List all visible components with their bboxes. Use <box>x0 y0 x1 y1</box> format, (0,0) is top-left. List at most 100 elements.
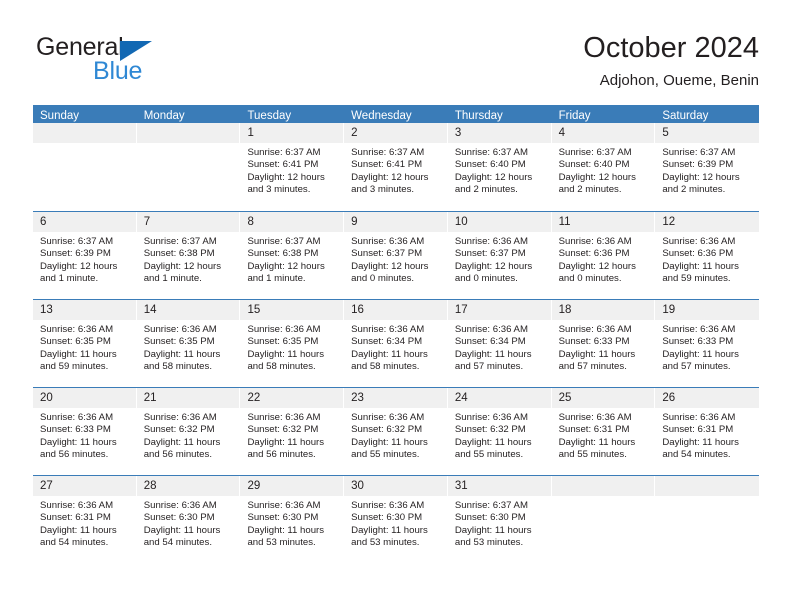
day-cell[interactable]: 3 Sunrise: 6:37 AM Sunset: 6:40 PM Dayli… <box>447 123 552 211</box>
day-cell[interactable]: 24 Sunrise: 6:36 AM Sunset: 6:32 PM Dayl… <box>447 388 552 475</box>
sunrise-text: Sunrise: 6:37 AM <box>247 236 321 247</box>
day-cell[interactable]: 11 Sunrise: 6:36 AM Sunset: 6:36 PM Dayl… <box>551 212 656 299</box>
day-cell[interactable]: 21 Sunrise: 6:36 AM Sunset: 6:32 PM Dayl… <box>136 388 241 475</box>
sunset-text: Sunset: 6:41 PM <box>247 159 319 171</box>
day-cell[interactable]: 1 Sunrise: 6:37 AM Sunset: 6:41 PM Dayli… <box>240 123 345 211</box>
sunrise-text: Sunrise: 6:36 AM <box>40 412 114 423</box>
day-cell[interactable]: 13 Sunrise: 6:36 AM Sunset: 6:35 PM Dayl… <box>33 300 137 387</box>
sunrise-text: Sunrise: 6:36 AM <box>558 324 632 335</box>
day-cell[interactable]: 20 Sunrise: 6:36 AM Sunset: 6:33 PM Dayl… <box>33 388 137 475</box>
sunrise-text: Sunrise: 6:36 AM <box>454 324 528 335</box>
day-details: Sunrise: 6:37 AM Sunset: 6:40 PM Dayligh… <box>552 143 656 196</box>
day-cell[interactable]: 5 Sunrise: 6:37 AM Sunset: 6:39 PM Dayli… <box>655 123 760 211</box>
day-cell[interactable] <box>655 476 760 563</box>
daylight-text-line2: and 55 minutes. <box>351 448 420 460</box>
day-details: Sunrise: 6:36 AM Sunset: 6:30 PM Dayligh… <box>240 496 344 549</box>
sunset-text: Sunset: 6:41 PM <box>351 159 423 171</box>
daylight-text-line1: Daylight: 11 hours <box>40 524 117 536</box>
week-row: 27 Sunrise: 6:36 AM Sunset: 6:31 PM Dayl… <box>33 475 760 563</box>
sunset-text: Sunset: 6:40 PM <box>558 159 630 171</box>
day-details: Sunrise: 6:36 AM Sunset: 6:31 PM Dayligh… <box>552 408 656 461</box>
daylight-text-line2: and 2 minutes. <box>558 183 622 195</box>
sunrise-text: Sunrise: 6:36 AM <box>351 412 425 423</box>
day-cell[interactable]: 28 Sunrise: 6:36 AM Sunset: 6:30 PM Dayl… <box>136 476 241 563</box>
week-row: 6 Sunrise: 6:37 AM Sunset: 6:39 PM Dayli… <box>33 211 760 299</box>
day-number: 4 <box>551 123 655 143</box>
sunrise-text: Sunrise: 6:36 AM <box>662 236 736 247</box>
day-cell[interactable]: 17 Sunrise: 6:36 AM Sunset: 6:34 PM Dayl… <box>447 300 552 387</box>
sunrise-text: Sunrise: 6:36 AM <box>558 236 632 247</box>
day-cell[interactable] <box>33 123 137 211</box>
daylight-text-line2: and 58 minutes. <box>247 360 316 372</box>
day-details: Sunrise: 6:36 AM Sunset: 6:32 PM Dayligh… <box>448 408 552 461</box>
day-cell[interactable]: 12 Sunrise: 6:36 AM Sunset: 6:36 PM Dayl… <box>655 212 760 299</box>
day-details: Sunrise: 6:36 AM Sunset: 6:37 PM Dayligh… <box>344 232 448 285</box>
brand-logo[interactable]: General Blue <box>36 34 246 94</box>
daylight-text-line2: and 55 minutes. <box>558 448 627 460</box>
day-cell[interactable]: 6 Sunrise: 6:37 AM Sunset: 6:39 PM Dayli… <box>33 212 137 299</box>
day-cell[interactable]: 15 Sunrise: 6:36 AM Sunset: 6:35 PM Dayl… <box>240 300 345 387</box>
sunset-text: Sunset: 6:38 PM <box>247 248 319 260</box>
day-number: 2 <box>344 123 447 143</box>
page-subtitle: Adjohon, Oueme, Benin <box>599 72 759 89</box>
day-cell[interactable] <box>136 123 241 211</box>
sunrise-text: Sunrise: 6:37 AM <box>662 147 736 158</box>
day-details: Sunrise: 6:36 AM Sunset: 6:34 PM Dayligh… <box>344 320 448 373</box>
day-cell[interactable]: 22 Sunrise: 6:36 AM Sunset: 6:32 PM Dayl… <box>240 388 345 475</box>
day-cell[interactable]: 19 Sunrise: 6:36 AM Sunset: 6:33 PM Dayl… <box>655 300 760 387</box>
daylight-text-line2: and 0 minutes. <box>351 272 415 284</box>
sunset-text: Sunset: 6:30 PM <box>247 512 319 524</box>
day-number: 20 <box>33 388 136 408</box>
daylight-text-line1: Daylight: 11 hours <box>454 348 532 360</box>
day-cell[interactable]: 18 Sunrise: 6:36 AM Sunset: 6:33 PM Dayl… <box>551 300 656 387</box>
sunset-text: Sunset: 6:36 PM <box>558 248 630 260</box>
daylight-text-line1: Daylight: 11 hours <box>454 524 532 536</box>
day-cell[interactable]: 30 Sunrise: 6:36 AM Sunset: 6:30 PM Dayl… <box>344 476 448 563</box>
day-cell[interactable]: 16 Sunrise: 6:36 AM Sunset: 6:34 PM Dayl… <box>344 300 448 387</box>
sunset-text: Sunset: 6:33 PM <box>558 336 630 348</box>
daylight-text-line1: Daylight: 12 hours <box>247 171 325 183</box>
day-cell[interactable] <box>551 476 656 563</box>
daylight-text-line1: Daylight: 12 hours <box>454 171 533 183</box>
day-cell[interactable]: 31 Sunrise: 6:37 AM Sunset: 6:30 PM Dayl… <box>447 476 552 563</box>
day-cell[interactable]: 25 Sunrise: 6:36 AM Sunset: 6:31 PM Dayl… <box>551 388 656 475</box>
sunrise-text: Sunrise: 6:36 AM <box>351 500 425 511</box>
sunset-text: Sunset: 6:37 PM <box>454 248 526 260</box>
sunrise-text: Sunrise: 6:36 AM <box>40 500 114 511</box>
day-number: 31 <box>447 476 551 496</box>
day-cell[interactable]: 2 Sunrise: 6:37 AM Sunset: 6:41 PM Dayli… <box>344 123 448 211</box>
sunset-text: Sunset: 6:32 PM <box>351 424 423 436</box>
daylight-text-line2: and 59 minutes. <box>40 360 109 372</box>
daylight-text-line1: Daylight: 12 hours <box>247 260 325 272</box>
day-cell[interactable]: 23 Sunrise: 6:36 AM Sunset: 6:32 PM Dayl… <box>344 388 448 475</box>
day-details: Sunrise: 6:36 AM Sunset: 6:37 PM Dayligh… <box>448 232 552 285</box>
sunset-text: Sunset: 6:38 PM <box>143 248 215 260</box>
sunset-text: Sunset: 6:35 PM <box>40 336 111 348</box>
day-details: Sunrise: 6:36 AM Sunset: 6:32 PM Dayligh… <box>137 408 241 461</box>
day-cell[interactable]: 29 Sunrise: 6:36 AM Sunset: 6:30 PM Dayl… <box>240 476 345 563</box>
day-cell[interactable]: 26 Sunrise: 6:36 AM Sunset: 6:31 PM Dayl… <box>655 388 760 475</box>
sunrise-text: Sunrise: 6:36 AM <box>247 324 321 335</box>
day-number: 12 <box>655 212 760 232</box>
day-details: Sunrise: 6:36 AM Sunset: 6:34 PM Dayligh… <box>448 320 552 373</box>
week-row: 1 Sunrise: 6:37 AM Sunset: 6:41 PM Dayli… <box>33 123 760 211</box>
daylight-text-line1: Daylight: 11 hours <box>558 348 636 360</box>
day-number: 1 <box>240 123 344 143</box>
sunrise-text: Sunrise: 6:36 AM <box>247 500 321 511</box>
daylight-text-line1: Daylight: 12 hours <box>40 260 118 272</box>
day-cell[interactable]: 10 Sunrise: 6:36 AM Sunset: 6:37 PM Dayl… <box>447 212 552 299</box>
day-cell[interactable]: 4 Sunrise: 6:37 AM Sunset: 6:40 PM Dayli… <box>551 123 656 211</box>
daylight-text-line1: Daylight: 11 hours <box>351 348 428 360</box>
day-number: 6 <box>33 212 136 232</box>
day-cell[interactable]: 8 Sunrise: 6:37 AM Sunset: 6:38 PM Dayli… <box>240 212 345 299</box>
daylight-text-line2: and 53 minutes. <box>351 536 420 548</box>
day-cell[interactable]: 9 Sunrise: 6:36 AM Sunset: 6:37 PM Dayli… <box>344 212 448 299</box>
sunrise-text: Sunrise: 6:37 AM <box>247 147 321 158</box>
day-cell[interactable]: 14 Sunrise: 6:36 AM Sunset: 6:35 PM Dayl… <box>136 300 241 387</box>
daylight-text-line2: and 57 minutes. <box>662 360 731 372</box>
daylight-text-line1: Daylight: 11 hours <box>143 348 221 360</box>
day-cell[interactable]: 7 Sunrise: 6:37 AM Sunset: 6:38 PM Dayli… <box>136 212 241 299</box>
daylight-text-line1: Daylight: 11 hours <box>247 524 325 536</box>
daylight-text-line1: Daylight: 11 hours <box>40 348 117 360</box>
day-cell[interactable]: 27 Sunrise: 6:36 AM Sunset: 6:31 PM Dayl… <box>33 476 137 563</box>
